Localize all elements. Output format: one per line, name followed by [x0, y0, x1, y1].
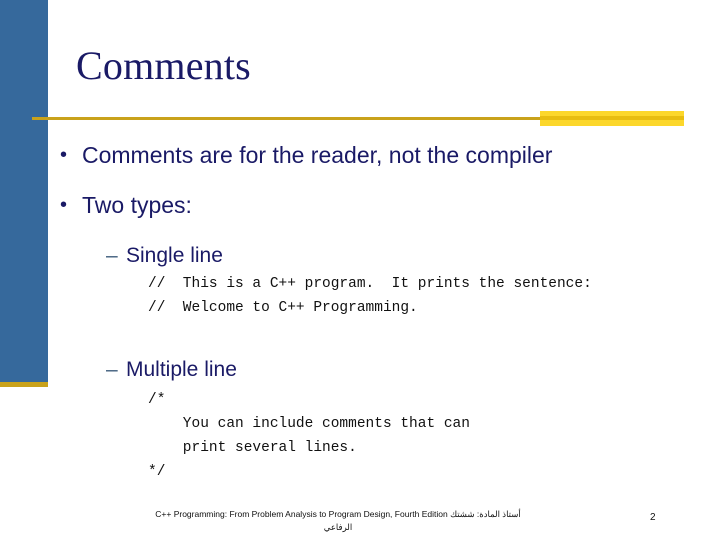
page-title: Comments — [76, 43, 251, 88]
title-divider-accent-stripe — [540, 116, 684, 120]
footer-line-2: الرفاعي — [323, 522, 353, 532]
sub-bullet-heading: Single line — [126, 244, 223, 267]
code-block-multiple-line: /* You can include comments that can pri… — [148, 392, 470, 480]
left-blue-accent-bar — [0, 0, 48, 382]
slide-body: • Comments are for the reader, not the c… — [60, 140, 710, 484]
bullet-dash-icon: – — [106, 244, 118, 267]
list-item: – Multiple line — [106, 356, 710, 384]
list-item: – Single line — [106, 242, 710, 270]
bullet-dot-icon: • — [60, 144, 68, 166]
list-item: • Comments are for the reader, not the c… — [60, 140, 710, 170]
page-number: 2 — [650, 512, 656, 523]
bullet-dot-icon: • — [60, 194, 68, 216]
list-item: • Two types: — [60, 190, 710, 220]
slide-footer: C++ Programming: From Problem Analysis t… — [48, 508, 628, 534]
left-gold-accent-bar — [0, 382, 48, 387]
bullet-dash-icon: – — [106, 358, 118, 381]
sub-bullet-heading: Multiple line — [126, 358, 237, 381]
slide-canvas: Comments • Comments are for the reader, … — [0, 0, 720, 540]
bullet-text: Two types: — [82, 192, 192, 218]
code-block-single-line: // This is a C++ program. It prints the … — [148, 276, 592, 316]
footer-line-1: C++ Programming: From Problem Analysis t… — [155, 509, 521, 519]
bullet-text: Comments are for the reader, not the com… — [82, 142, 553, 168]
